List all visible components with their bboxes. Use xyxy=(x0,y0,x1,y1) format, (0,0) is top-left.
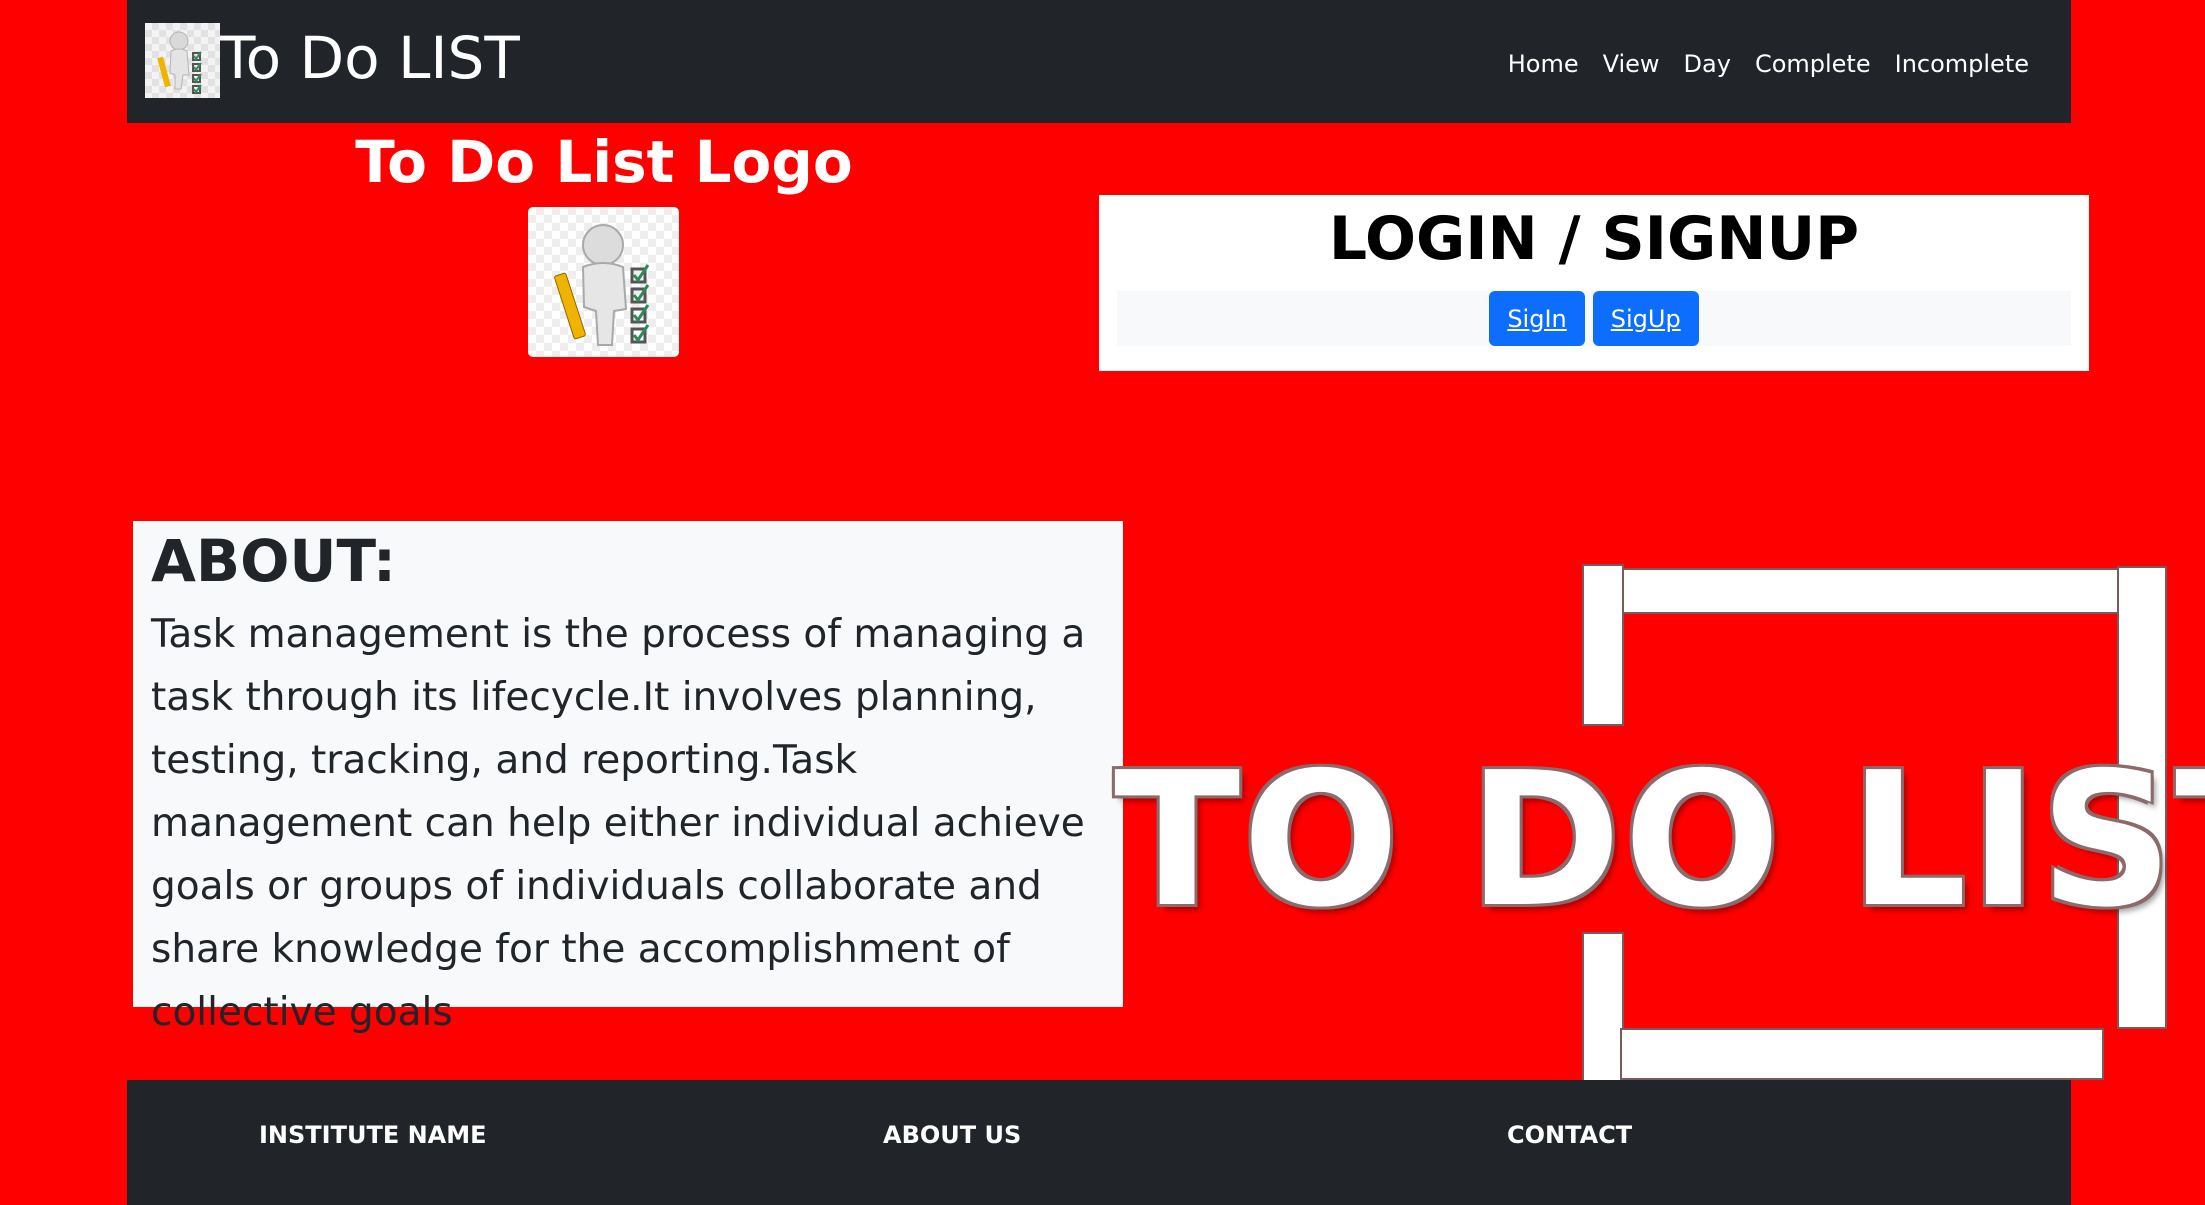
nav-links: Home View Day Complete Incomplete xyxy=(1496,44,2041,84)
logo-heading: To Do List Logo xyxy=(355,128,853,196)
about-heading: ABOUT: xyxy=(151,527,397,595)
todo-figure-icon xyxy=(528,207,679,357)
frame-bar-left-lower xyxy=(1582,932,1624,1100)
signin-button[interactable]: SigIn xyxy=(1489,291,1585,346)
nav-link-day[interactable]: Day xyxy=(1672,44,1743,84)
about-text: Task management is the process of managi… xyxy=(151,612,1086,1035)
login-heading: LOGIN / SIGNUP xyxy=(1328,204,1860,274)
frame-bar-left-upper xyxy=(1582,564,1624,726)
footer-about-us: ABOUT US xyxy=(883,1121,1022,1149)
navbar: To Do LIST Home View Day Complete Incomp… xyxy=(127,0,2071,123)
signup-button[interactable]: SigUp xyxy=(1592,291,1699,346)
footer-contact: CONTACT xyxy=(1507,1121,1633,1149)
banner-text: TO DO LIST xyxy=(1114,732,2205,948)
login-panel: LOGIN / SIGNUP SigIn SigUp xyxy=(1099,195,2089,371)
frame-bar-top xyxy=(1620,568,2120,614)
brand-title[interactable]: To Do LIST xyxy=(220,22,520,94)
frame-bar-bottom xyxy=(1620,1028,2104,1080)
footer: INSTITUTE NAME ABOUT US CONTACT xyxy=(127,1080,2071,1205)
about-card: ABOUT: Task management is the process of… xyxy=(133,521,1123,1035)
nav-link-home[interactable]: Home xyxy=(1496,44,1591,84)
login-actions: SigIn SigUp xyxy=(1117,291,2071,346)
nav-link-incomplete[interactable]: Incomplete xyxy=(1883,44,2041,84)
nav-link-view[interactable]: View xyxy=(1591,44,1672,84)
brand-logo-icon[interactable] xyxy=(145,23,220,98)
footer-institute-name: INSTITUTE NAME xyxy=(259,1121,487,1149)
nav-link-complete[interactable]: Complete xyxy=(1743,44,1883,84)
